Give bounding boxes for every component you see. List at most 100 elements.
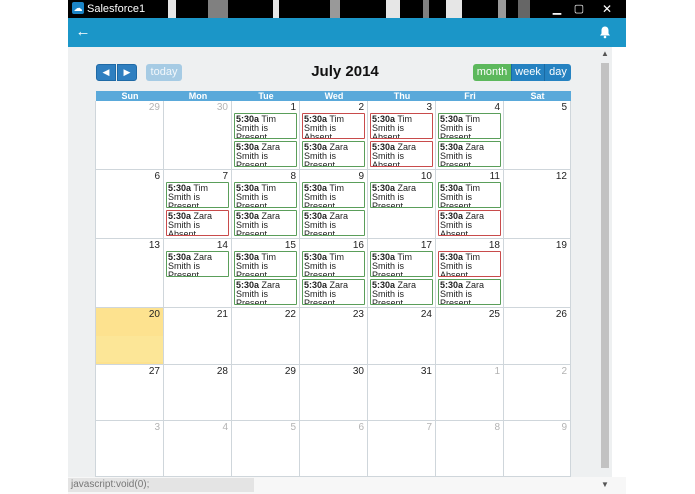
attendance-event[interactable]: 5:30a Tim Smith is Present: [234, 182, 297, 208]
calendar-day-cell[interactable]: 31: [368, 365, 436, 421]
attendance-event[interactable]: 5:30a Zara Smith is Present: [234, 279, 297, 305]
calendar-day-cell[interactable]: 12: [504, 170, 571, 239]
attendance-event[interactable]: 5:30a Zara Smith is Present: [302, 279, 365, 305]
calendar-day-cell[interactable]: 9 5:30a Tim Smith is Present 5:30a Zara Sm…: [300, 170, 368, 239]
calendar-day-cell[interactable]: 6: [300, 421, 368, 477]
day-number: 4: [222, 422, 228, 433]
calendar-day-cell[interactable]: 4: [164, 421, 232, 477]
attendance-event[interactable]: 5:30a Zara Smith is Absent: [370, 141, 433, 167]
next-month-button[interactable]: ▶: [117, 64, 137, 81]
calendar-day-cell[interactable]: 24: [368, 308, 436, 365]
attendance-event[interactable]: 5:30a Zara Smith is Present: [234, 141, 297, 167]
close-icon[interactable]: ✕: [596, 0, 618, 18]
calendar-day-cell[interactable]: 16 5:30a Tim Smith is Present 5:30a Zara S…: [300, 239, 368, 308]
calendar-day-cell-today[interactable]: 20: [96, 308, 164, 365]
scroll-down-arrow-icon[interactable]: ▼: [600, 479, 610, 491]
calendar-day-cell[interactable]: 15 5:30a Tim Smith is Present 5:30a Zara S…: [232, 239, 300, 308]
month-grid: 29 30 1 5:30a Tim Smith is Present 5:30a Zar…: [96, 101, 571, 477]
calendar-day-cell[interactable]: 7: [368, 421, 436, 477]
attendance-event[interactable]: 5:30a Zara Smith is Present: [438, 141, 501, 167]
today-highlight: [96, 336, 163, 362]
day-number: 31: [420, 366, 432, 377]
calendar-day-cell[interactable]: 5: [232, 421, 300, 477]
maximize-icon[interactable]: ▢: [568, 0, 590, 18]
attendance-event[interactable]: 5:30a Tim Smith is Present: [234, 113, 297, 139]
calendar-day-cell[interactable]: 14 5:30a Zara Smith is Present: [164, 239, 232, 308]
month-title: July 2014: [311, 63, 379, 80]
bell-icon[interactable]: [598, 25, 612, 39]
day-number: 12: [555, 171, 567, 182]
day-view-button[interactable]: day: [544, 64, 571, 81]
month-view-button[interactable]: month: [473, 64, 511, 81]
calendar-day-cell[interactable]: 21: [164, 308, 232, 365]
calendar-day-cell[interactable]: 1: [436, 365, 504, 421]
attendance-event[interactable]: 5:30a Zara Smith is Present: [302, 210, 365, 236]
day-number: 3: [426, 102, 432, 113]
calendar-day-cell[interactable]: 29: [96, 101, 164, 170]
calendar-day-cell[interactable]: 23: [300, 308, 368, 365]
calendar-day-cell[interactable]: 9: [504, 421, 571, 477]
calendar-day-cell[interactable]: 25: [436, 308, 504, 365]
calendar-day-cell[interactable]: 22: [232, 308, 300, 365]
today-button[interactable]: today: [146, 64, 182, 81]
day-number: 27: [148, 366, 160, 377]
calendar-day-cell[interactable]: 1 5:30a Tim Smith is Present 5:30a Zara Sm…: [232, 101, 300, 170]
attendance-event[interactable]: 5:30a Tim Smith is Absent: [438, 251, 501, 277]
weekday-label: Thu: [393, 91, 411, 101]
attendance-event[interactable]: 5:30a Zara Smith is Present: [302, 141, 365, 167]
day-number: 17: [420, 240, 432, 251]
calendar-day-cell[interactable]: 29: [232, 365, 300, 421]
attendance-event[interactable]: 5:30a Tim Smith is Present: [302, 251, 365, 277]
day-number: 11: [489, 171, 500, 182]
calendar-day-cell[interactable]: 26: [504, 308, 571, 365]
attendance-event[interactable]: 5:30a Tim Smith is Present: [166, 182, 229, 208]
calendar-day-cell[interactable]: 3 5:30a Tim Smith is Absent 5:30a Zara Smi…: [368, 101, 436, 170]
attendance-event[interactable]: 5:30a Zara Smith is Present: [438, 279, 501, 305]
weekday-label: Tue: [258, 91, 274, 101]
attendance-event[interactable]: 5:30a Tim Smith is Present: [234, 251, 297, 277]
attendance-event[interactable]: 5:30a Tim Smith is Absent: [370, 113, 433, 139]
attendance-event[interactable]: 5:30a Zara Smith is Absent: [166, 210, 229, 236]
attendance-event[interactable]: 5:30a Tim Smith is Present: [438, 182, 501, 208]
calendar-day-cell[interactable]: 3: [96, 421, 164, 477]
attendance-event[interactable]: 5:30a Zara Smith is Present: [166, 251, 229, 277]
day-number: 6: [154, 171, 160, 182]
calendar-day-cell[interactable]: 28: [164, 365, 232, 421]
app-header-bar: [68, 18, 626, 47]
back-arrow-icon[interactable]: ←: [74, 24, 92, 40]
previous-month-button[interactable]: ◀: [96, 64, 116, 81]
attendance-event[interactable]: 5:30a Zara Smith is Present: [370, 182, 433, 208]
calendar-day-cell[interactable]: 2: [504, 365, 571, 421]
scroll-up-arrow-icon[interactable]: ▲: [600, 48, 610, 60]
calendar-day-cell[interactable]: 19: [504, 239, 571, 308]
attendance-event[interactable]: 5:30a Zara Smith is Present: [370, 279, 433, 305]
week-view-button[interactable]: week: [511, 64, 544, 81]
calendar-day-cell[interactable]: 18 5:30a Tim Smith is Absent 5:30a Zara Sm…: [436, 239, 504, 308]
calendar-day-cell[interactable]: 27: [96, 365, 164, 421]
attendance-event[interactable]: 5:30a Tim Smith is Absent: [302, 113, 365, 139]
calendar-day-cell[interactable]: 4 5:30a Tim Smith is Present 5:30a Zara Sm…: [436, 101, 504, 170]
calendar-day-cell[interactable]: 8: [436, 421, 504, 477]
attendance-event[interactable]: 5:30a Tim Smith is Present: [302, 182, 365, 208]
minimize-icon[interactable]: ▁: [546, 0, 568, 18]
calendar-day-cell[interactable]: 30: [164, 101, 232, 170]
calendar-day-cell[interactable]: 2 5:30a Tim Smith is Absent 5:30a Zara Smi…: [300, 101, 368, 170]
calendar-day-cell[interactable]: 17 5:30a Tim Smith is Present 5:30a Zara S…: [368, 239, 436, 308]
day-number: 3: [154, 422, 160, 433]
attendance-event[interactable]: 5:30a Tim Smith is Present: [370, 251, 433, 277]
attendance-event[interactable]: 5:30a Zara Smith is Absent: [438, 210, 501, 236]
calendar-day-cell[interactable]: 8 5:30a Tim Smith is Present 5:30a Zara Sm…: [232, 170, 300, 239]
day-number: 19: [555, 240, 567, 251]
calendar-day-cell[interactable]: 13: [96, 239, 164, 308]
attendance-event[interactable]: 5:30a Zara Smith is Present: [234, 210, 297, 236]
attendance-event[interactable]: 5:30a Tim Smith is Present: [438, 113, 501, 139]
vertical-scrollbar-thumb[interactable]: [601, 63, 609, 468]
calendar-day-cell[interactable]: 10 5:30a Zara Smith is Present: [368, 170, 436, 239]
calendar-day-cell[interactable]: 30: [300, 365, 368, 421]
calendar-day-cell[interactable]: 6: [96, 170, 164, 239]
day-number: 1: [290, 102, 296, 113]
calendar-day-cell[interactable]: 5: [504, 101, 571, 170]
calendar-day-cell[interactable]: 11 5:30a Tim Smith is Present 5:30a Zara S…: [436, 170, 504, 239]
calendar-day-cell[interactable]: 7 5:30a Tim Smith is Present 5:30a Zara Sm…: [164, 170, 232, 239]
day-number: 6: [358, 422, 364, 433]
